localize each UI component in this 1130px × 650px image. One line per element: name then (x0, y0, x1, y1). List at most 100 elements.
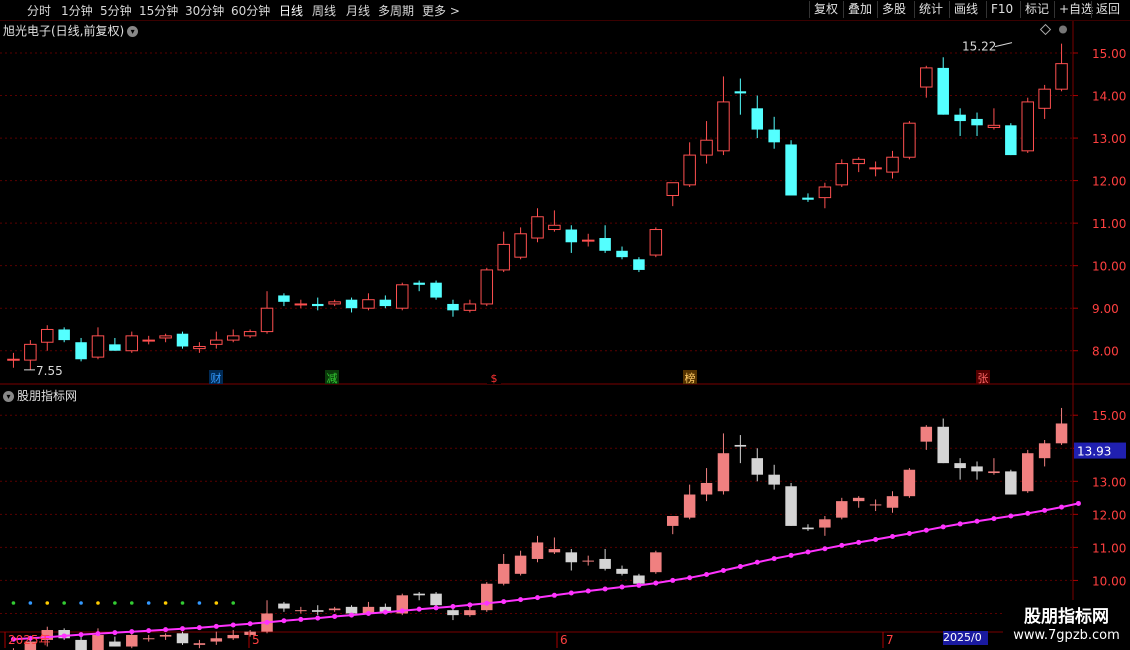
candle-body (481, 583, 493, 611)
ma-point (619, 584, 625, 590)
ma-point (298, 616, 304, 622)
signal-dot (146, 601, 151, 605)
ma-point (535, 595, 540, 601)
candle-body (430, 282, 442, 298)
ma-point (315, 615, 321, 621)
candle-body (362, 299, 375, 309)
candle-body (599, 238, 611, 251)
toolbar-button-0[interactable]: 复权 (809, 1, 842, 18)
low-price-label: 7.55 (36, 364, 63, 378)
ma-point (365, 610, 371, 616)
toolbar-button-3[interactable]: 统计 (914, 1, 947, 18)
ma-point (382, 609, 388, 615)
ma-point (822, 546, 828, 552)
ma-point (602, 586, 608, 592)
cursor-date-box: 2025/0 (943, 631, 988, 645)
ma-point (163, 627, 169, 633)
candle-body (582, 560, 594, 562)
candle-body (294, 303, 308, 306)
period-tab-7[interactable]: 周线 (312, 2, 336, 19)
candle-body (768, 129, 780, 143)
candle-body (41, 328, 54, 343)
signal-dot (129, 601, 134, 605)
price-axes: 15.00 14.00 13.00 12.00 11.00 10.00 9.00 8.00 15… (24, 23, 1126, 621)
candle-body (328, 301, 341, 305)
candlestick-chart[interactable]: 15.00 14.00 13.00 12.00 11.00 10.00 9.00 8.00 15… (0, 0, 1130, 650)
period-tab-9[interactable]: 多周期 (378, 2, 414, 19)
period-tab-1[interactable]: 1分钟 (61, 2, 93, 19)
candle-body (633, 259, 645, 270)
candle-body (954, 463, 966, 469)
period-tab-10[interactable]: 更多 > (422, 2, 460, 19)
candle-body (852, 497, 865, 502)
candle-body (633, 575, 645, 584)
toolbar-button-6[interactable]: 标记 (1020, 1, 1053, 18)
candle-body (345, 299, 358, 309)
ma-point (61, 633, 67, 639)
candle-body (278, 603, 290, 609)
candle-body (548, 549, 561, 553)
period-tab-8[interactable]: 月线 (346, 2, 370, 19)
candle-body (565, 552, 578, 563)
candle-body (987, 124, 1001, 128)
ma-point (1025, 510, 1031, 516)
period-tab-0[interactable]: 分时 (27, 2, 51, 19)
candle-body (920, 67, 933, 88)
toolbar-button-5[interactable]: F10 (986, 1, 1017, 18)
toolbar-button-2[interactable]: 多股 (877, 1, 910, 18)
ma-point (399, 608, 405, 614)
ma-point (433, 605, 439, 611)
price-tick-label: 9.00 (1092, 302, 1119, 316)
ma-point (213, 623, 219, 629)
ma-point (974, 518, 980, 524)
stock-title: 旭光电子(日线,前复权) (3, 24, 125, 38)
toolbar-button-1[interactable]: 叠加 (843, 1, 876, 18)
candle-body (227, 634, 239, 639)
ma-point (281, 618, 287, 624)
candle-body (24, 343, 37, 361)
candle-body (903, 469, 916, 497)
period-toolbar: 分时 1分钟 5分钟 15分钟 30分钟 60分钟 日线 周线 月线 多周期 更多 > 复权 叠加 多股统… (0, 0, 1130, 21)
candle-body (159, 335, 172, 339)
chevron-down-icon[interactable]: ▾ (3, 391, 14, 402)
candle-body (683, 494, 696, 518)
ma-point (78, 632, 84, 638)
candle-body (818, 186, 832, 199)
signal-dot (28, 601, 33, 605)
ma-point (687, 575, 693, 581)
candle-body (869, 504, 882, 506)
ma-point (129, 629, 135, 635)
signal-dot (163, 601, 168, 605)
candle-body (497, 243, 510, 271)
candle-body (599, 558, 611, 569)
chevron-down-icon[interactable]: ▾ (127, 26, 139, 37)
candle-body (75, 639, 87, 650)
period-tab-3[interactable]: 15分钟 (139, 2, 178, 19)
period-tab-6[interactable]: 日线 (279, 2, 303, 19)
ma-point (890, 533, 895, 539)
ma-point (839, 542, 845, 548)
candle-body (852, 158, 865, 165)
toolbar-button-8[interactable]: 返回 (1091, 1, 1124, 18)
candle-body (193, 345, 206, 350)
candle-body (210, 638, 223, 642)
candle-body (260, 307, 274, 333)
candle-body (666, 516, 679, 526)
candle-body (920, 426, 933, 442)
ma-point (737, 564, 743, 570)
period-tab-4[interactable]: 30分钟 (185, 2, 224, 19)
candle-body (1005, 125, 1017, 156)
diamond-icon (1039, 23, 1052, 36)
ma-point (788, 552, 794, 558)
indicator-title: 股朋指标网 (17, 389, 78, 403)
ma-point (670, 577, 676, 583)
ma-point (754, 559, 760, 565)
candle-body (463, 303, 477, 311)
toolbar-button-4[interactable]: 画线 (949, 1, 982, 18)
period-tab-2[interactable]: 5分钟 (100, 2, 132, 19)
ma-point (585, 588, 591, 594)
ma-point (873, 536, 879, 542)
period-tab-5[interactable]: 60分钟 (231, 2, 270, 19)
candle-body (480, 269, 494, 305)
time-tick-label: 7 (886, 633, 894, 647)
